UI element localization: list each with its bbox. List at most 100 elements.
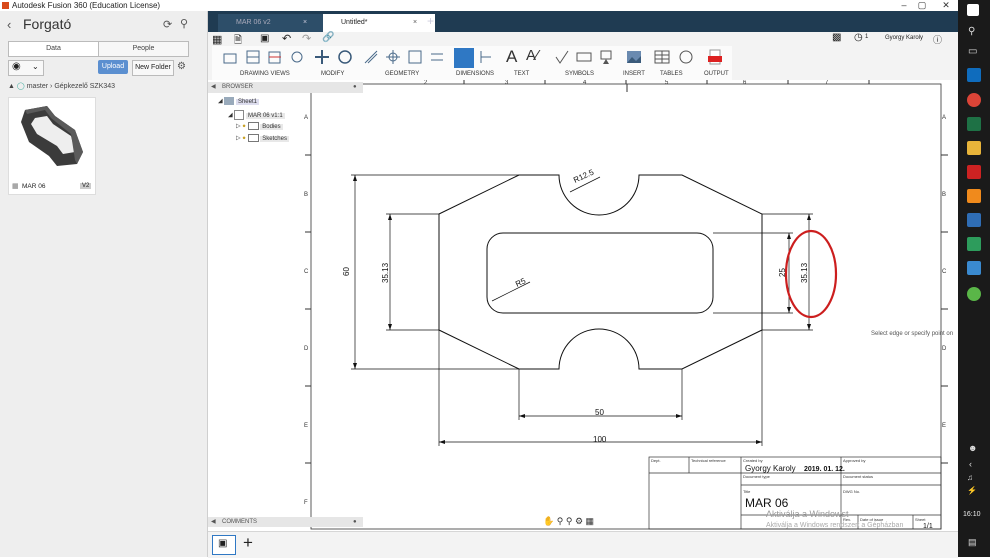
group-output[interactable]: OUTPUT <box>704 71 729 77</box>
baseline-dimension-icon[interactable] <box>478 49 494 65</box>
doc-tab-untitled[interactable]: Untitled* × <box>323 14 435 32</box>
close-tab-icon[interactable]: × <box>303 14 307 32</box>
grid-settings-icon[interactable]: ▦ <box>586 516 595 526</box>
group-text[interactable]: TEXT <box>514 71 529 77</box>
collapse-icon[interactable]: ◀ <box>211 82 216 93</box>
group-insert[interactable]: INSERT <box>623 71 645 77</box>
app-taskbar-icon-4[interactable] <box>967 287 981 301</box>
task-view-icon[interactable]: ▭ <box>968 46 977 57</box>
breadcrumb-folder[interactable]: Gépkezelő SZK343 <box>54 83 115 90</box>
chevron-down-icon[interactable]: ⌄ <box>32 62 39 71</box>
group-dimensions[interactable]: DIMENSIONS <box>456 71 494 77</box>
browser-options-icon[interactable]: ● <box>353 82 357 93</box>
view-toggle[interactable]: ◉ ⌄ <box>8 60 44 76</box>
pdf-export-icon[interactable] <box>707 49 723 65</box>
clock[interactable]: 16:10 <box>963 511 981 518</box>
comments-options-icon[interactable]: ● <box>353 517 357 527</box>
collapse-icon[interactable]: ◀ <box>211 517 216 527</box>
balloon-icon[interactable] <box>678 49 694 65</box>
visibility-bulb-icon[interactable]: ● <box>242 136 246 142</box>
group-tables[interactable]: TABLES <box>660 71 683 77</box>
section-view-icon[interactable] <box>267 49 283 65</box>
refresh-icon[interactable]: ⟳ <box>163 18 172 31</box>
text-icon[interactable]: A <box>506 47 517 67</box>
app-taskbar-icon-2[interactable] <box>967 237 981 251</box>
people-icon[interactable]: ☻ <box>968 443 977 453</box>
save-icon[interactable]: ▣ <box>260 33 269 44</box>
redo-icon[interactable]: ↷ <box>302 32 311 45</box>
insert-image-icon[interactable] <box>626 49 642 65</box>
detail-view-icon[interactable] <box>289 49 305 65</box>
notifications-icon[interactable]: ▩ <box>832 32 841 43</box>
zoom-window-icon[interactable]: ⚲ <box>566 516 573 526</box>
expand-right-icon[interactable]: ▷ <box>236 124 241 130</box>
search-icon[interactable]: ⚲ <box>180 17 188 30</box>
doc-tab-mar06[interactable]: MAR 06 v2 × <box>218 14 326 32</box>
outlook-icon[interactable] <box>967 68 981 82</box>
pan-icon[interactable]: ✋ <box>543 516 554 526</box>
dim-50[interactable]: 50 <box>595 408 604 417</box>
excel-icon[interactable] <box>967 117 981 131</box>
group-modify[interactable]: MODIFY <box>321 71 344 77</box>
group-geometry[interactable]: GEOMETRY <box>385 71 419 77</box>
comments-panel[interactable]: ◀ COMMENTS ● <box>208 517 363 527</box>
file-card[interactable]: ▦ MAR 06 V2 <box>8 97 96 195</box>
dimension-active-icon[interactable] <box>454 48 474 68</box>
tab-data[interactable]: Data <box>9 42 99 56</box>
action-center-icon[interactable]: ▤ <box>968 537 977 548</box>
group-drawing-views[interactable]: DRAWING VIEWS <box>240 71 290 77</box>
settings-gear-icon[interactable]: ⚙ <box>177 61 186 72</box>
browser-sheet-row[interactable]: ◢ Sheet1 <box>218 97 259 105</box>
maximize-button[interactable]: ▢ <box>910 0 934 11</box>
dim-35-13-right[interactable]: 35.13 <box>800 262 809 283</box>
tab-people[interactable]: People <box>99 42 188 56</box>
new-folder-button[interactable]: New Folder <box>132 60 174 76</box>
grid-menu-icon[interactable]: ▦ <box>212 33 222 46</box>
help-icon[interactable]: ⓘ <box>933 33 942 46</box>
datum-identifier-icon[interactable] <box>598 49 614 65</box>
job-status-icon[interactable]: ◷ <box>854 32 863 43</box>
new-tab-plus-icon[interactable]: + <box>427 14 434 28</box>
acrobat-icon[interactable] <box>967 165 981 179</box>
visibility-bulb-icon[interactable]: ● <box>242 124 246 130</box>
browser-bodies-row[interactable]: ▷ ● Bodies <box>236 122 283 130</box>
center-mark-pattern-icon[interactable] <box>407 49 423 65</box>
edge-extension-icon[interactable] <box>429 49 445 65</box>
expand-triangle-icon[interactable]: ◢ <box>228 113 233 119</box>
sheet-thumbnail[interactable]: ▣ <box>212 535 236 555</box>
user-menu[interactable]: Gyorgy Karoly <box>885 35 923 41</box>
browser-component-row[interactable]: ◢ MAR 06 v1:1 <box>228 110 285 120</box>
group-symbols[interactable]: SYMBOLS <box>565 71 594 77</box>
volume-icon[interactable]: ♫ <box>967 473 973 482</box>
feature-control-frame-icon[interactable] <box>576 49 592 65</box>
surface-texture-icon[interactable] <box>554 49 570 65</box>
breadcrumb-branch[interactable]: master <box>27 83 48 90</box>
undo-icon[interactable]: ↶ <box>282 32 291 45</box>
file-explorer-icon[interactable] <box>967 141 981 155</box>
browser-header[interactable]: ◀ BROWSER ● <box>208 82 363 93</box>
zoom-icon[interactable]: ⚲ <box>557 516 564 526</box>
app-taskbar-icon[interactable] <box>967 213 981 227</box>
leader-text-icon[interactable]: A⁄ <box>526 47 539 64</box>
move-icon[interactable] <box>314 49 330 65</box>
app-taskbar-icon-3[interactable] <box>967 261 981 275</box>
expand-right-icon[interactable]: ▷ <box>236 136 241 142</box>
projected-view-icon[interactable] <box>245 49 261 65</box>
display-settings-icon[interactable]: ⚙ <box>575 516 583 526</box>
center-mark-icon[interactable] <box>385 49 401 65</box>
power-icon[interactable]: ⚡ <box>967 486 977 495</box>
dim-100[interactable]: 100 <box>593 435 607 444</box>
close-tab-icon[interactable]: × <box>413 14 417 32</box>
windows-start-icon[interactable] <box>967 4 979 16</box>
upload-button[interactable]: Upload <box>98 60 128 74</box>
rotate-icon[interactable] <box>337 49 353 65</box>
add-sheet-plus-icon[interactable]: + <box>243 533 253 553</box>
centerline-icon[interactable] <box>363 49 379 65</box>
table-icon[interactable] <box>654 49 670 65</box>
chrome-icon[interactable] <box>967 93 981 107</box>
fusion360-taskbar-icon[interactable] <box>967 189 981 203</box>
back-arrow-icon[interactable]: ‹ <box>7 17 11 32</box>
tray-chevron-icon[interactable]: ‹ <box>969 459 972 469</box>
taskbar-search-icon[interactable]: ⚲ <box>968 26 975 37</box>
browser-sketches-row[interactable]: ▷ ● Sketches <box>236 134 289 142</box>
